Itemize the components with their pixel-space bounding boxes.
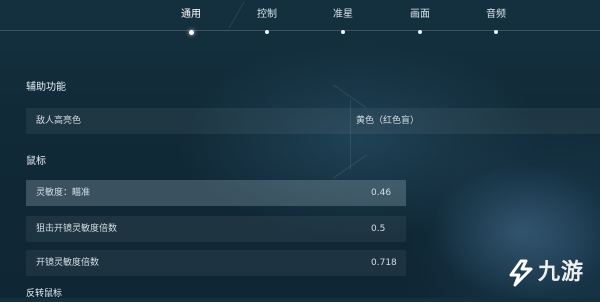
tab-audio[interactable]: 音频	[466, 8, 526, 34]
tab-general-label: 通用	[181, 9, 201, 20]
section-title-invert-mouse: 反转鼠标	[26, 289, 63, 299]
jiuyou-logo-icon	[509, 259, 533, 287]
tab-crosshair[interactable]: 准星	[313, 8, 373, 34]
tab-general[interactable]: 通用	[161, 8, 221, 35]
section-title-accessibility: 辅助功能	[26, 82, 66, 93]
tab-video-label: 画面	[410, 9, 430, 20]
setting-label: 灵敏度：瞄准	[36, 188, 91, 198]
watermark-text: 九游	[538, 260, 585, 285]
settings-tab-bar: 通用 控制 准星 画面 音频	[0, 0, 600, 44]
setting-label: 狙击开镜灵敏度倍数	[36, 224, 118, 234]
setting-value: 0.5	[371, 224, 386, 234]
setting-label: 开镜灵敏度倍数	[36, 258, 100, 268]
setting-value: 0.718	[371, 258, 397, 268]
setting-label: 敌人高亮色	[36, 116, 82, 126]
tab-indicator-dot	[418, 30, 422, 34]
tab-indicator-dot	[341, 30, 345, 34]
tab-audio-label: 音频	[486, 9, 506, 20]
tab-indicator-dot	[494, 30, 498, 34]
setting-row-scoped-multiplier[interactable]: 狙击开镜灵敏度倍数 0.5	[26, 216, 406, 242]
tab-video[interactable]: 画面	[390, 8, 450, 34]
tab-indicator-dot	[188, 30, 194, 35]
setting-row-enemy-highlight[interactable]: 敌人高亮色 黄色（红色盲）	[26, 108, 600, 134]
tab-controls[interactable]: 控制	[237, 8, 297, 34]
tab-indicator-dot	[265, 30, 269, 34]
watermark: 九游	[506, 256, 596, 290]
setting-row-sensitivity[interactable]: 灵敏度：瞄准 0.46	[26, 180, 406, 206]
section-title-mouse: 鼠标	[26, 156, 46, 167]
tab-crosshair-label: 准星	[333, 9, 353, 20]
setting-value: 0.46	[371, 188, 392, 198]
setting-row-ads-multiplier[interactable]: 开镜灵敏度倍数 0.718	[26, 250, 406, 276]
setting-value: 黄色（红色盲）	[356, 116, 420, 126]
tab-controls-label: 控制	[257, 9, 277, 20]
